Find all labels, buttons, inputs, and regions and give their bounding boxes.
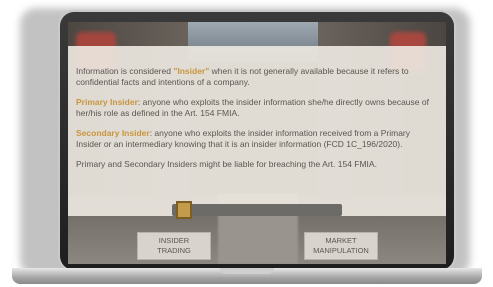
info-panel: Information is considered "Insider" when… bbox=[68, 46, 446, 216]
insider-term: "Insider" bbox=[173, 66, 210, 76]
secondary-insider-paragraph: Secondary Insider: anyone who exploits t… bbox=[76, 128, 434, 150]
insider-trading-button[interactable]: INSIDER TRADING bbox=[137, 232, 211, 260]
laptop-screen: Information is considered "Insider" when… bbox=[68, 22, 446, 264]
definition-prefix: Information is considered bbox=[76, 66, 174, 76]
liability-note: Primary and Secondary Insiders might be … bbox=[76, 159, 377, 169]
market-manipulation-button[interactable]: MARKET MANIPULATION bbox=[304, 232, 378, 260]
insider-definition: Information is considered "Insider" when… bbox=[76, 66, 434, 88]
progress-bar[interactable] bbox=[172, 204, 342, 216]
laptop-notch bbox=[220, 268, 274, 274]
progress-handle[interactable] bbox=[176, 201, 192, 219]
primary-insider-paragraph: Primary Insider: anyone who exploits the… bbox=[76, 97, 434, 119]
secondary-insider-term: Secondary Insider bbox=[76, 128, 150, 138]
primary-insider-term: Primary Insider bbox=[76, 97, 138, 107]
